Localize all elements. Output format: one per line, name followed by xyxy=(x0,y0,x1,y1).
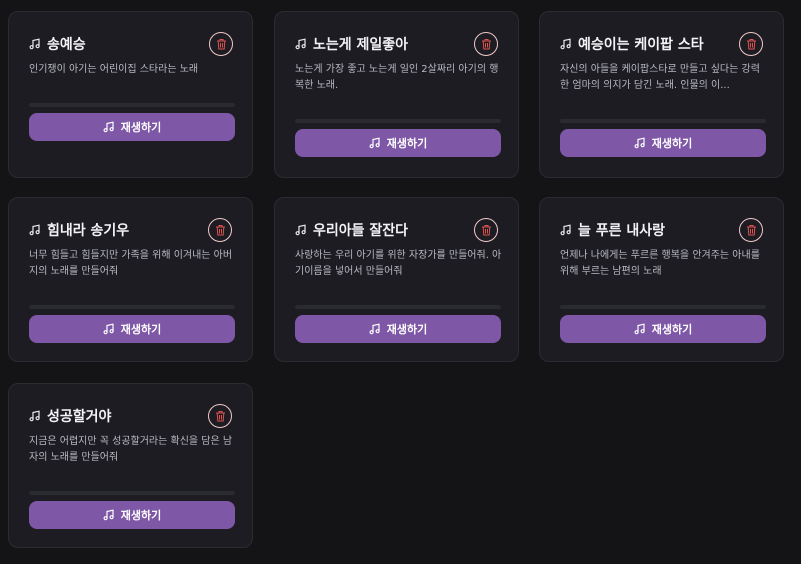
music-note-icon xyxy=(29,38,41,50)
progress-bar xyxy=(560,119,766,123)
play-button[interactable]: 재생하기 xyxy=(295,129,501,157)
music-note-icon xyxy=(634,137,646,149)
song-description: 지금은 어렵지만 꼭 성공할거라는 확신을 담은 남자의 노래를 만들어줘 xyxy=(29,436,233,463)
play-button[interactable]: 재생하기 xyxy=(560,315,766,343)
play-button[interactable]: 재생하기 xyxy=(29,113,235,141)
music-note-icon xyxy=(295,38,307,50)
song-card: 늘 푸른 내사랑 언제나 나에게는 푸르른 행복을 안겨주는 아내를 위해 부르… xyxy=(539,197,784,362)
play-label: 재생하기 xyxy=(386,323,428,336)
song-card: 예승이는 케이팝 스타 자신의 아들을 케이팝스타로 만들고 싶다는 강력한 엄… xyxy=(539,11,784,178)
music-note-icon xyxy=(295,224,307,236)
delete-button[interactable] xyxy=(739,32,763,56)
song-title: 힘내라 송기우 xyxy=(47,223,130,239)
song-card: 힘내라 송기우 너무 힘들고 힘들지만 가족을 위해 이겨내는 아버지의 노래를… xyxy=(8,197,253,362)
play-label: 재생하기 xyxy=(120,121,162,134)
trash-icon xyxy=(481,225,491,236)
delete-button[interactable] xyxy=(474,218,498,242)
progress-bar xyxy=(29,103,235,107)
song-title-row: 성공할거야 xyxy=(29,406,111,426)
song-title: 예승이는 케이팝 스타 xyxy=(578,37,704,53)
play-button[interactable]: 재생하기 xyxy=(560,129,766,157)
play-button[interactable]: 재생하기 xyxy=(29,501,235,529)
progress-bar xyxy=(295,119,501,123)
play-label: 재생하기 xyxy=(120,509,162,522)
trash-icon xyxy=(216,39,226,50)
trash-icon xyxy=(746,225,756,236)
song-title-row: 예승이는 케이팝 스타 xyxy=(560,34,704,54)
song-title-row: 송예승 xyxy=(29,34,86,54)
music-note-icon xyxy=(103,323,115,335)
trash-icon xyxy=(215,411,225,422)
song-card: 성공할거야 지금은 어렵지만 꼭 성공할거라는 확신을 담은 남자의 노래를 만… xyxy=(8,383,253,548)
progress-bar xyxy=(29,491,235,495)
delete-button[interactable] xyxy=(209,32,233,56)
music-note-icon xyxy=(560,38,572,50)
song-title-row: 힘내라 송기우 xyxy=(29,220,129,240)
song-title-row: 늘 푸른 내사랑 xyxy=(560,220,665,240)
progress-bar xyxy=(295,305,501,309)
song-title-row: 우리아들 잘잔다 xyxy=(295,220,408,240)
song-title: 노는게 제일좋아 xyxy=(313,37,409,53)
song-card: 우리아들 잘잔다 사랑하는 우리 아기를 위한 자장가를 만들어줘. 아기이름을… xyxy=(274,197,519,362)
progress-bar xyxy=(560,305,766,309)
song-card-grid: 송예승 인기쟁이 아기는 어린이집 스타라는 노래 재생하기 노는게 제일좋아 … xyxy=(0,0,801,564)
trash-icon xyxy=(215,225,225,236)
song-card: 노는게 제일좋아 노는게 가장 좋고 노는게 일인 2살짜리 아기의 행복한 노… xyxy=(274,11,519,178)
play-button[interactable]: 재생하기 xyxy=(295,315,501,343)
music-note-icon xyxy=(103,121,115,133)
song-title-row: 노는게 제일좋아 xyxy=(295,34,408,54)
music-note-icon xyxy=(103,509,115,521)
song-title: 우리아들 잘잔다 xyxy=(313,223,409,239)
music-note-icon xyxy=(29,410,41,422)
song-title: 늘 푸른 내사랑 xyxy=(578,223,666,239)
trash-icon xyxy=(481,39,491,50)
song-description: 인기쟁이 아기는 어린이집 스타라는 노래 xyxy=(29,64,199,75)
song-title: 송예승 xyxy=(47,37,86,53)
song-description: 사랑하는 우리 아기를 위한 자장가를 만들어줘. 아기이름을 넣어서 만들어줘 xyxy=(295,250,502,277)
delete-button[interactable] xyxy=(208,404,232,428)
music-note-icon xyxy=(29,224,41,236)
delete-button[interactable] xyxy=(739,218,763,242)
delete-button[interactable] xyxy=(474,32,498,56)
delete-button[interactable] xyxy=(208,218,232,242)
song-description: 자신의 아들을 케이팝스타로 만들고 싶다는 강력한 엄마의 의지가 담긴 노래… xyxy=(560,64,760,91)
song-description: 너무 힘들고 힘들지만 가족을 위해 이겨내는 아버지의 노래를 만들어줘 xyxy=(29,250,233,277)
progress-bar xyxy=(29,305,235,309)
play-label: 재생하기 xyxy=(651,137,693,150)
music-note-icon xyxy=(560,224,572,236)
song-description: 언제나 나에게는 푸르른 행복을 안겨주는 아내를 위해 부르는 남편의 노래 xyxy=(560,250,760,277)
song-title: 성공할거야 xyxy=(47,409,112,425)
song-description: 노는게 가장 좋고 노는게 일인 2살짜리 아기의 행복한 노래. xyxy=(295,64,499,91)
play-label: 재생하기 xyxy=(386,137,428,150)
music-note-icon xyxy=(369,323,381,335)
music-note-icon xyxy=(369,137,381,149)
play-label: 재생하기 xyxy=(651,323,693,336)
play-label: 재생하기 xyxy=(120,323,162,336)
song-card: 송예승 인기쟁이 아기는 어린이집 스타라는 노래 재생하기 xyxy=(8,11,253,178)
music-note-icon xyxy=(634,323,646,335)
play-button[interactable]: 재생하기 xyxy=(29,315,235,343)
trash-icon xyxy=(746,39,756,50)
